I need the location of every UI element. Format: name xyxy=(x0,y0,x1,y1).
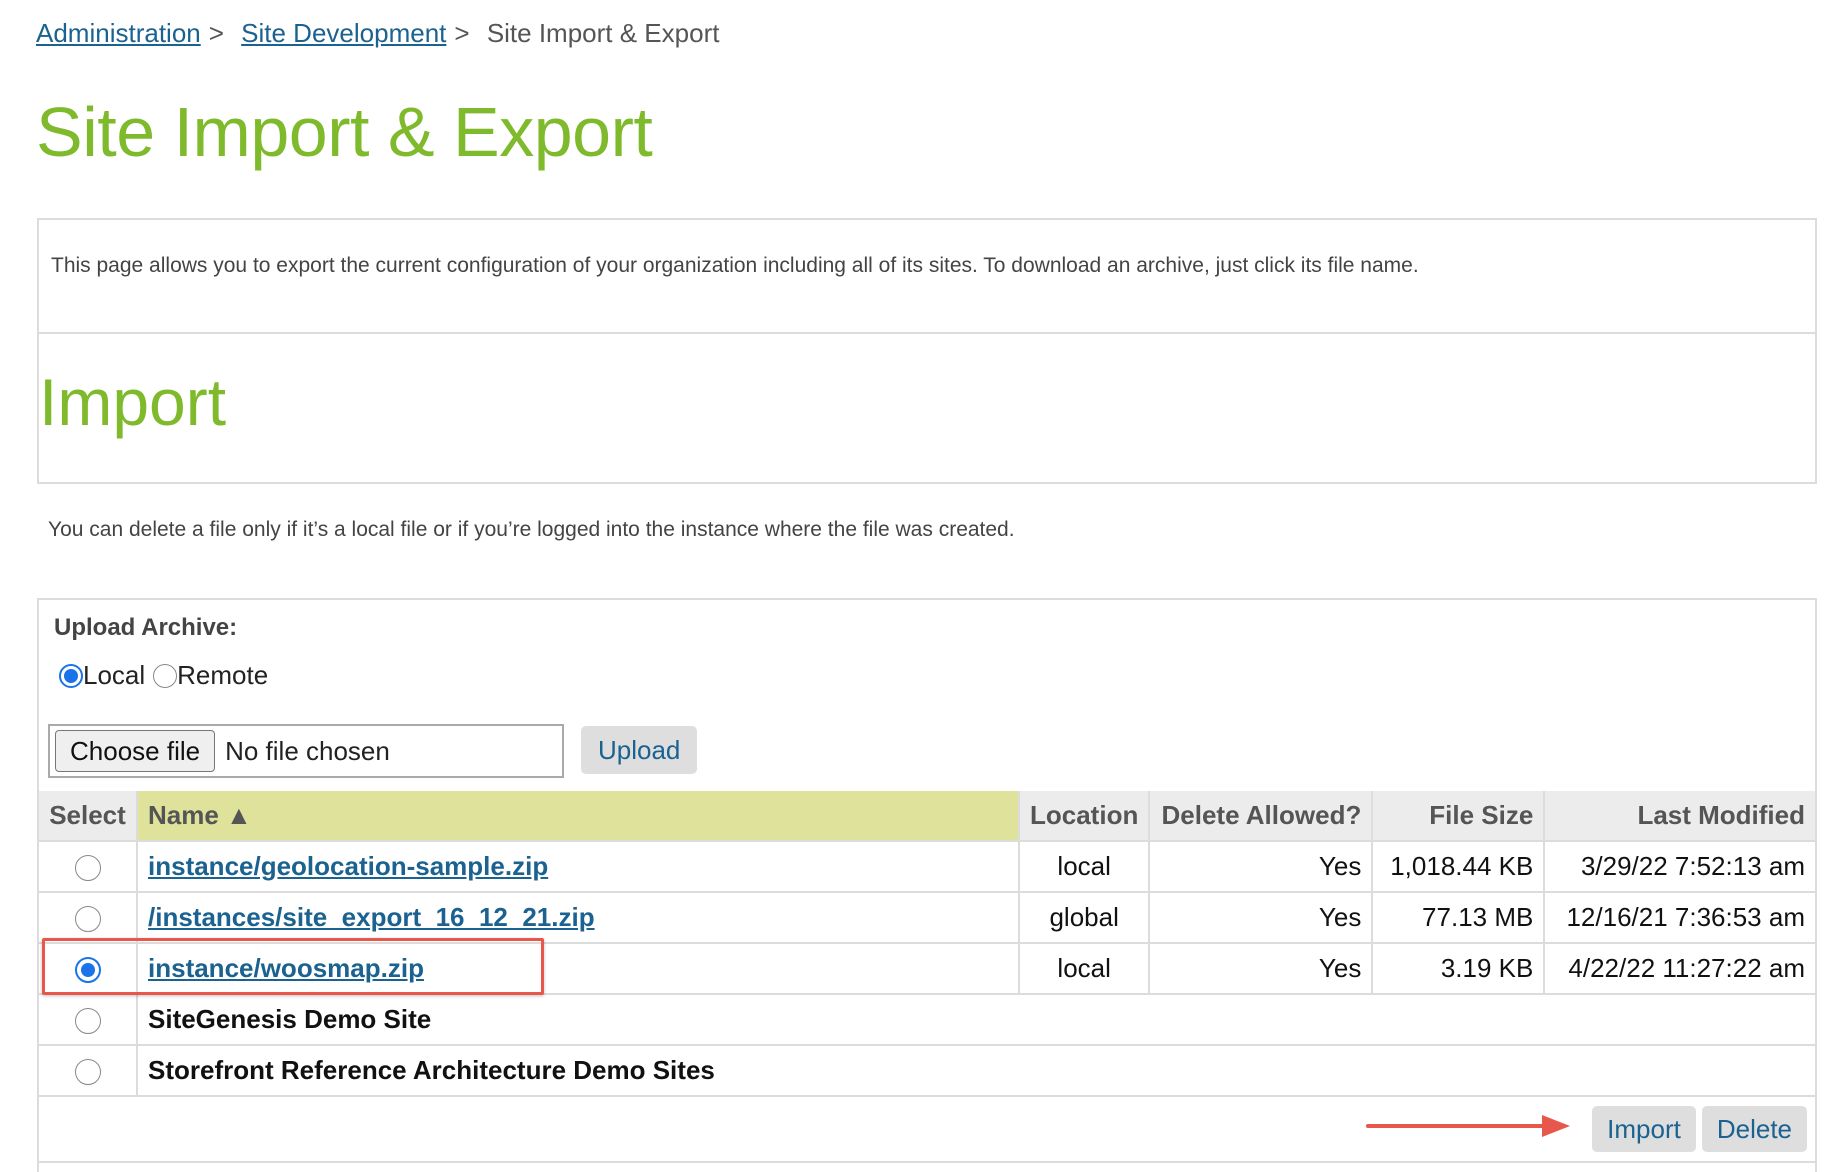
upload-archive-label: Upload Archive: xyxy=(54,614,238,641)
column-header-delete-allowed[interactable]: Delete Allowed? xyxy=(1149,791,1374,842)
table-actions-row: Import Delete xyxy=(39,1096,1815,1163)
choose-file-button[interactable]: Choose file xyxy=(55,730,216,772)
import-button[interactable]: Import xyxy=(1592,1106,1696,1152)
row-select-radio[interactable] xyxy=(74,1059,101,1086)
breadcrumb: Administration > Site Development > Site I… xyxy=(36,18,719,49)
column-header-last-modified[interactable]: Last Modified xyxy=(1544,791,1815,842)
file-last-modified: 12/16/21 7:36:53 am xyxy=(1544,892,1815,944)
row-select-radio[interactable] xyxy=(74,1008,101,1035)
column-header-file-size[interactable]: File Size xyxy=(1372,791,1546,842)
archive-table: Select Name ▲ Location Delete Allowed? F… xyxy=(39,791,1815,1163)
table-row: instance/geolocation-sample.zip local Ye… xyxy=(39,841,1815,893)
column-header-select: Select xyxy=(39,791,138,842)
breadcrumb-administration[interactable]: Administration xyxy=(36,18,201,48)
upload-button[interactable]: Upload xyxy=(581,726,698,774)
table-row: /instances/site_export_16_12_21.zip glob… xyxy=(39,892,1815,944)
demo-site-row: SiteGenesis Demo Site xyxy=(39,994,1815,1046)
column-header-location[interactable]: Location xyxy=(1019,791,1151,842)
file-link[interactable]: instance/geolocation-sample.zip xyxy=(148,851,548,881)
page-title: Site Import & Export xyxy=(36,93,653,171)
upload-panel: Upload Archive: Local Remote Choose file… xyxy=(37,598,1817,1172)
file-delete-allowed: Yes xyxy=(1149,841,1374,893)
breadcrumb-separator: > xyxy=(454,18,470,48)
table-header-row: Select Name ▲ Location Delete Allowed? F… xyxy=(39,791,1815,842)
radio-local[interactable] xyxy=(59,663,83,688)
delete-note: You can delete a file only if it’s a loc… xyxy=(48,518,1015,541)
radio-remote[interactable] xyxy=(153,663,178,688)
file-delete-allowed: Yes xyxy=(1149,892,1374,944)
file-link[interactable]: instance/woosmap.zip xyxy=(148,953,424,983)
demo-site-name: Storefront Reference Architecture Demo S… xyxy=(137,1045,1815,1097)
import-heading: Import xyxy=(39,365,227,439)
file-last-modified: 4/22/22 11:27:22 am xyxy=(1544,943,1815,995)
file-size: 3.19 KB xyxy=(1372,943,1546,995)
delete-button[interactable]: Delete xyxy=(1701,1106,1807,1152)
row-select-radio[interactable] xyxy=(74,906,101,933)
file-status: No file chosen xyxy=(225,735,390,766)
file-size: 1,018.44 KB xyxy=(1372,841,1546,893)
import-section-header: Import xyxy=(37,332,1817,484)
file-location: local xyxy=(1019,841,1151,893)
upload-source-radio-group: Local Remote xyxy=(59,660,276,691)
demo-site-row: Storefront Reference Architecture Demo S… xyxy=(39,1045,1815,1097)
file-last-modified: 3/29/22 7:52:13 am xyxy=(1544,841,1815,893)
file-location: local xyxy=(1019,943,1151,995)
breadcrumb-site-development[interactable]: Site Development xyxy=(241,18,446,48)
row-select-radio[interactable] xyxy=(74,957,101,984)
file-input[interactable]: Choose file No file chosen xyxy=(48,724,564,778)
info-box: This page allows you to export the curre… xyxy=(37,218,1817,334)
table-row-selected: instance/woosmap.zip local Yes 3.19 KB 4… xyxy=(39,943,1815,995)
demo-site-name: SiteGenesis Demo Site xyxy=(137,994,1815,1046)
file-location: global xyxy=(1019,892,1151,944)
file-size: 77.13 MB xyxy=(1372,892,1546,944)
row-select-radio[interactable] xyxy=(74,855,101,882)
radio-remote-label[interactable]: Remote xyxy=(177,660,268,691)
column-header-name[interactable]: Name ▲ xyxy=(137,791,1020,842)
file-link[interactable]: /instances/site_export_16_12_21.zip xyxy=(148,902,595,932)
breadcrumb-current: Site Import & Export xyxy=(486,18,720,48)
file-delete-allowed: Yes xyxy=(1149,943,1374,995)
breadcrumb-separator: > xyxy=(208,18,224,48)
info-text: This page allows you to export the curre… xyxy=(51,254,1419,277)
radio-local-label[interactable]: Local xyxy=(83,660,145,691)
